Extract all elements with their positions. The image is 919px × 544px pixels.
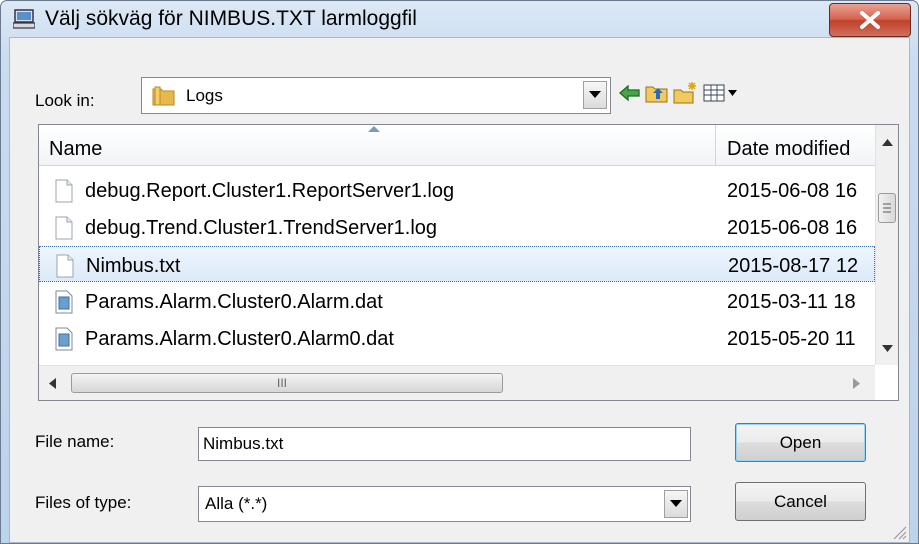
scroll-left-icon[interactable] — [49, 378, 56, 389]
list-item[interactable]: debug.Report.Cluster1.ReportServer1.log … — [39, 172, 875, 208]
column-header-name-label: Name — [49, 138, 103, 160]
open-button[interactable]: Open — [735, 423, 866, 462]
file-name: Params.Alarm.Cluster0.Alarm.dat — [85, 291, 383, 313]
new-folder-icon[interactable] — [672, 80, 698, 106]
file-list[interactable]: Name Date modified debug.Report.Cluster1… — [38, 124, 899, 401]
title-bar[interactable]: Välj sökväg för NIMBUS.TXT larmloggfil — [1, 1, 918, 37]
computer-icon — [13, 9, 35, 29]
look-in-dropdown-button[interactable] — [583, 81, 607, 109]
list-item[interactable]: Params.Alarm.Cluster0.Alarm.dat 2015-03-… — [39, 283, 875, 319]
file-name: Params.Alarm.Cluster0.Alarm0.dat — [85, 328, 394, 350]
file-name: debug.Trend.Cluster1.TrendServer1.log — [85, 217, 438, 239]
cancel-button[interactable]: Cancel — [735, 482, 866, 521]
column-header-date-label: Date modified — [727, 138, 851, 160]
file-type-dropdown-button[interactable] — [664, 490, 688, 518]
scroll-thumb-grip: III — [277, 376, 288, 390]
chevron-down-icon — [589, 91, 601, 98]
list-item-selected[interactable]: Nimbus.txt 2015-08-17 12 — [39, 246, 875, 282]
scroll-right-icon[interactable] — [853, 378, 860, 389]
folder-icon — [152, 86, 175, 106]
list-header: Name Date modified — [39, 125, 875, 166]
sort-ascending-icon — [368, 126, 380, 132]
chevron-down-icon — [670, 500, 682, 507]
column-header-date[interactable]: Date modified — [717, 125, 877, 165]
file-type-value: Alla (*.*) — [205, 494, 268, 513]
file-date: 2015-06-08 16 — [727, 180, 858, 202]
horizontal-scroll-thumb[interactable]: III — [71, 373, 503, 393]
vertical-scrollbar[interactable] — [875, 125, 898, 365]
text-file-icon — [55, 179, 73, 203]
back-arrow-icon[interactable] — [617, 80, 643, 106]
file-name-input[interactable]: Nimbus.txt — [198, 427, 691, 461]
data-file-icon — [55, 327, 73, 351]
close-button[interactable] — [829, 3, 911, 37]
file-date: 2015-08-17 12 — [728, 255, 859, 277]
text-file-icon — [55, 216, 73, 240]
resize-grip-icon[interactable] — [891, 524, 907, 540]
file-date: 2015-03-11 18 — [727, 291, 856, 313]
look-in-combo[interactable]: Logs — [141, 77, 611, 114]
window-title: Välj sökväg för NIMBUS.TXT larmloggfil — [45, 7, 417, 30]
scroll-up-icon[interactable] — [882, 139, 893, 146]
data-file-icon — [55, 290, 73, 314]
vertical-scroll-thumb[interactable] — [878, 193, 896, 223]
text-file-icon — [56, 254, 74, 278]
scroll-down-icon[interactable] — [882, 345, 893, 352]
look-in-value: Logs — [186, 86, 223, 105]
horizontal-scrollbar[interactable]: III — [39, 365, 875, 400]
file-type-combo[interactable]: Alla (*.*) — [198, 486, 691, 522]
close-icon — [860, 11, 880, 29]
view-menu-icon[interactable] — [702, 80, 740, 106]
file-dialog-window: Välj sökväg för NIMBUS.TXT larmloggfil L… — [0, 0, 919, 544]
grip-icon — [883, 203, 891, 213]
up-folder-icon[interactable] — [644, 80, 670, 106]
file-name: Nimbus.txt — [86, 255, 181, 277]
list-item[interactable]: debug.Trend.Cluster1.TrendServer1.log 20… — [39, 209, 875, 245]
look-in-label: Look in: — [35, 91, 95, 110]
file-type-label: Files of type: — [35, 493, 132, 512]
column-header-name[interactable]: Name — [39, 125, 716, 165]
file-date: 2015-06-08 16 — [727, 217, 858, 239]
list-item[interactable]: Params.Alarm.Cluster0.Alarm0.dat 2015-05… — [39, 320, 875, 356]
file-date: 2015-05-20 11 — [727, 328, 856, 350]
dialog-body: Look in: Logs Name Date modified debug.R… — [9, 37, 910, 543]
file-name-label: File name: — [35, 432, 115, 451]
file-name: debug.Report.Cluster1.ReportServer1.log — [85, 180, 455, 202]
